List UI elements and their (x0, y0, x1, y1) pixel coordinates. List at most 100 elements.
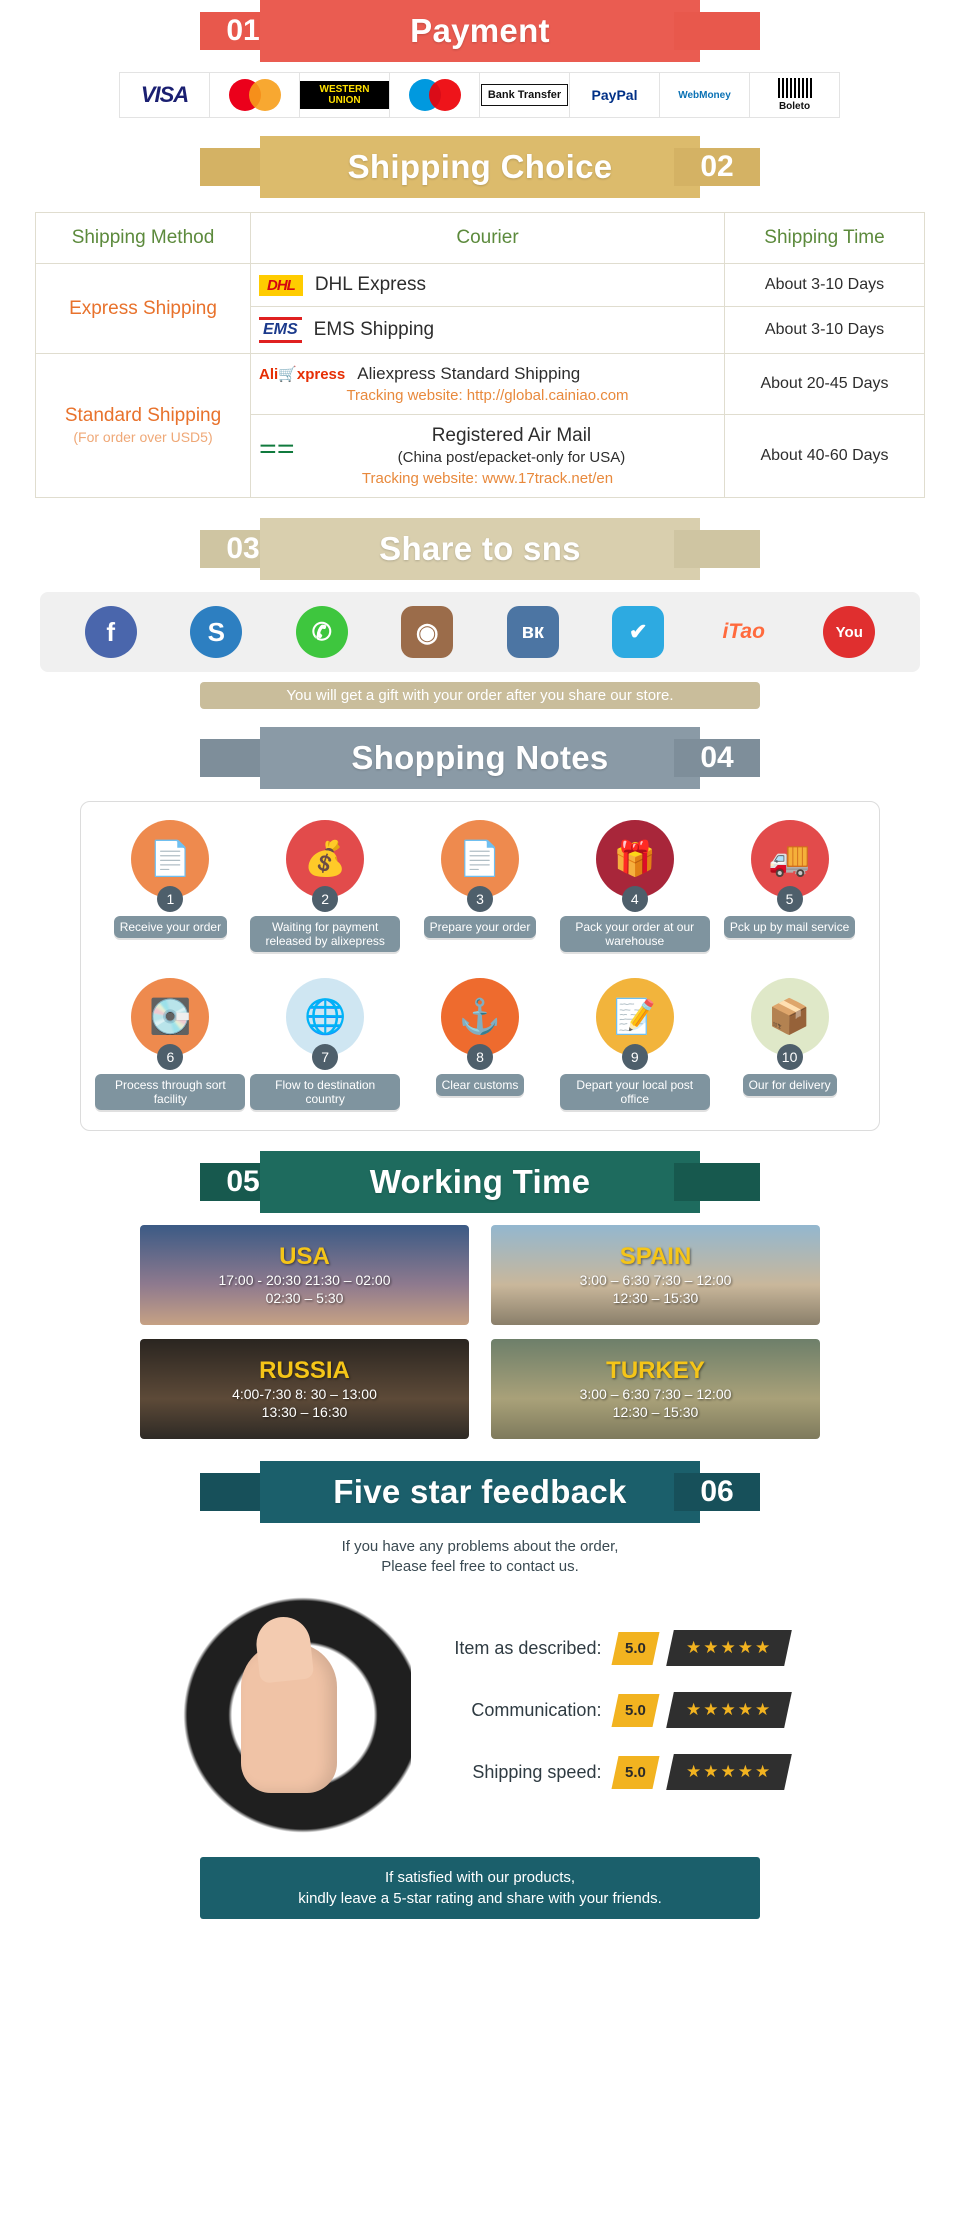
column-header-courier: Courier (250, 212, 725, 264)
rating-row-communication: Communication: 5.0 ★★★★★ (421, 1692, 793, 1728)
table-row: Express Shipping DHL DHL Express About 3… (35, 263, 925, 354)
rating-rows: Item as described: 5.0 ★★★★★ Communicati… (421, 1630, 793, 1790)
footer-line-2: kindly leave a 5-star rating and share w… (298, 1890, 662, 1907)
share-gift-note: You will get a gift with your order afte… (200, 682, 760, 709)
twitter-icon[interactable]: ✔ (612, 606, 665, 658)
aliexpress-logo: Ali🛒xpress (259, 366, 346, 383)
cell-method-standard: Standard Shipping (For order over USD5) (35, 353, 251, 498)
payment-method-maestro (389, 72, 480, 118)
tracking-link-cainiao[interactable]: Tracking website: http://global.cainiao.… (259, 387, 716, 404)
thumbs-up-icon (241, 1643, 338, 1793)
country-hours: 4:00-7:30 8: 30 – 13:00 13:30 – 16:30 (232, 1386, 377, 1420)
dhl-logo: DHL (259, 274, 303, 296)
ribbon-plate: Working Time (260, 1151, 700, 1213)
section-title-working: Working Time (369, 1163, 591, 1200)
rating-stars: ★★★★★ (666, 1692, 793, 1728)
section-number-feedback: 06 (700, 1475, 734, 1508)
payment-method-visa: VISA (119, 72, 210, 118)
step-label: Waiting for payment released by alixepre… (250, 916, 401, 952)
skype-icon[interactable]: S (190, 606, 243, 658)
country-name: USA (279, 1243, 330, 1270)
ribbon-plate: Shopping Notes (260, 727, 700, 789)
step-label: Depart your local post office (559, 1074, 710, 1110)
working-time-grid: USA 17:00 - 20:30 21:30 – 02:00 02:30 – … (140, 1225, 820, 1439)
rating-label: Communication: (471, 1699, 602, 1720)
step-number: 3 (466, 886, 493, 912)
section-number-notes: 04 (700, 741, 734, 774)
country-name: TURKEY (606, 1357, 705, 1384)
step-label: Flow to destination country (250, 1074, 401, 1110)
note-step-10: 📦 10 Our for delivery (715, 978, 865, 1096)
step-label: Prepare your order (423, 916, 537, 938)
tracking-link-17track[interactable]: Tracking website: www.17track.net/en (259, 470, 716, 487)
section-title-payment: Payment (410, 12, 550, 49)
mastercard-logo (228, 79, 281, 111)
cell-time-ems: About 3-10 Days (724, 306, 925, 354)
thumbs-up-image (171, 1585, 412, 1835)
shopping-notes-box: 📄 1 Receive your order 💰 2 Waiting for p… (80, 801, 880, 1131)
rating-stars: ★★★★★ (666, 1754, 793, 1790)
payment-method-mastercard (209, 72, 300, 118)
note-step-3: 📄 3 Prepare your order (405, 820, 555, 938)
ribbon-plate: Share to sns (260, 518, 700, 580)
western-union-logo: WESTERN UNION (300, 81, 389, 109)
rating-score: 5.0 (611, 1631, 660, 1665)
bank-transfer-logo: Bank Transfer (480, 84, 569, 106)
facebook-icon[interactable]: f (84, 606, 137, 658)
ribbon-plate: Payment (260, 0, 700, 62)
ribbon-wing-right (674, 12, 760, 50)
cell-time-dhl: About 3-10 Days (724, 263, 925, 307)
step-number: 9 (621, 1044, 648, 1070)
note-step-6: 💽 6 Process through sort facility (95, 978, 246, 1110)
step-number: 6 (157, 1044, 184, 1070)
country-hours: 17:00 - 20:30 21:30 – 02:00 02:30 – 5:30 (218, 1272, 391, 1306)
itao-icon[interactable]: iTao (718, 606, 770, 658)
whatsapp-icon[interactable]: ✆ (295, 606, 348, 658)
rating-score: 5.0 (611, 1693, 660, 1727)
vk-icon[interactable]: вк (506, 606, 559, 658)
youtube-icon[interactable]: You (823, 606, 876, 658)
note-step-2: 💰 2 Waiting for payment released by alix… (250, 820, 401, 952)
country-name: SPAIN (619, 1243, 692, 1270)
section-title-share: Share to sns (379, 530, 581, 567)
shopping-notes-row-1: 📄 1 Receive your order 💰 2 Waiting for p… (93, 820, 867, 952)
working-time-card-turkey: TURKEY 3:00 – 6:30 7:30 – 12:00 12:30 – … (491, 1339, 820, 1439)
section-header-working: 05 Working Time (200, 1151, 760, 1213)
cell-time-air-mail: About 40-60 Days (724, 414, 925, 498)
working-time-card-russia: RUSSIA 4:00-7:30 8: 30 – 13:00 13:30 – 1… (140, 1339, 469, 1439)
instagram-icon[interactable]: ◉ (401, 606, 454, 658)
column-header-method: Shipping Method (35, 212, 251, 264)
table-row: Standard Shipping (For order over USD5) … (35, 353, 925, 498)
rating-stars: ★★★★★ (666, 1630, 793, 1666)
payment-method-western-union: WESTERN UNION (299, 72, 390, 118)
section-header-shipping: Shipping Choice 02 (200, 136, 760, 198)
note-step-1: 📄 1 Receive your order (95, 820, 245, 938)
feedback-ratings-area: Item as described: 5.0 ★★★★★ Communicati… (0, 1585, 960, 1835)
rating-row-shipping-speed: Shipping speed: 5.0 ★★★★★ (421, 1754, 793, 1790)
ribbon-wing-right (674, 530, 760, 568)
table-header-row: Shipping Method Courier Shipping Time (35, 212, 925, 264)
shipping-options-table: Shipping Method Courier Shipping Time Ex… (35, 212, 925, 498)
step-number: 8 (466, 1044, 493, 1070)
step-label: Process through sort facility (95, 1074, 246, 1110)
cell-courier-air-mail: ⚌⚌ Registered Air Mail (China post/epack… (250, 414, 725, 498)
shopping-notes-row-2: 💽 6 Process through sort facility 🌐 7 Fl… (93, 978, 867, 1110)
paypal-logo: PayPal (591, 87, 638, 103)
cell-courier-dhl: DHL DHL Express (250, 263, 725, 307)
feedback-intro-line-1: If you have any problems about the order… (341, 1538, 619, 1555)
maestro-logo (408, 79, 461, 111)
note-step-4: 🎁 4 Pack your order at our warehouse (559, 820, 710, 952)
rating-score: 5.0 (611, 1755, 660, 1789)
ems-logo: EMS (259, 317, 302, 343)
step-number: 4 (621, 886, 648, 912)
barcode-icon (777, 78, 812, 98)
ribbon-wing-right (674, 1163, 760, 1201)
payment-method-webmoney: WebMoney (659, 72, 750, 118)
section-header-payment: 01 Payment (200, 0, 760, 62)
section-title-shipping: Shipping Choice (347, 148, 613, 185)
ribbon-plate: Five star feedback (260, 1461, 700, 1523)
payment-method-boleto: Boleto (749, 72, 840, 118)
payment-methods-row: VISA WESTERN UNION Bank Transfer PayPal … (119, 72, 840, 118)
rating-label: Shipping speed: (472, 1761, 602, 1782)
rating-label: Item as described: (454, 1637, 602, 1658)
